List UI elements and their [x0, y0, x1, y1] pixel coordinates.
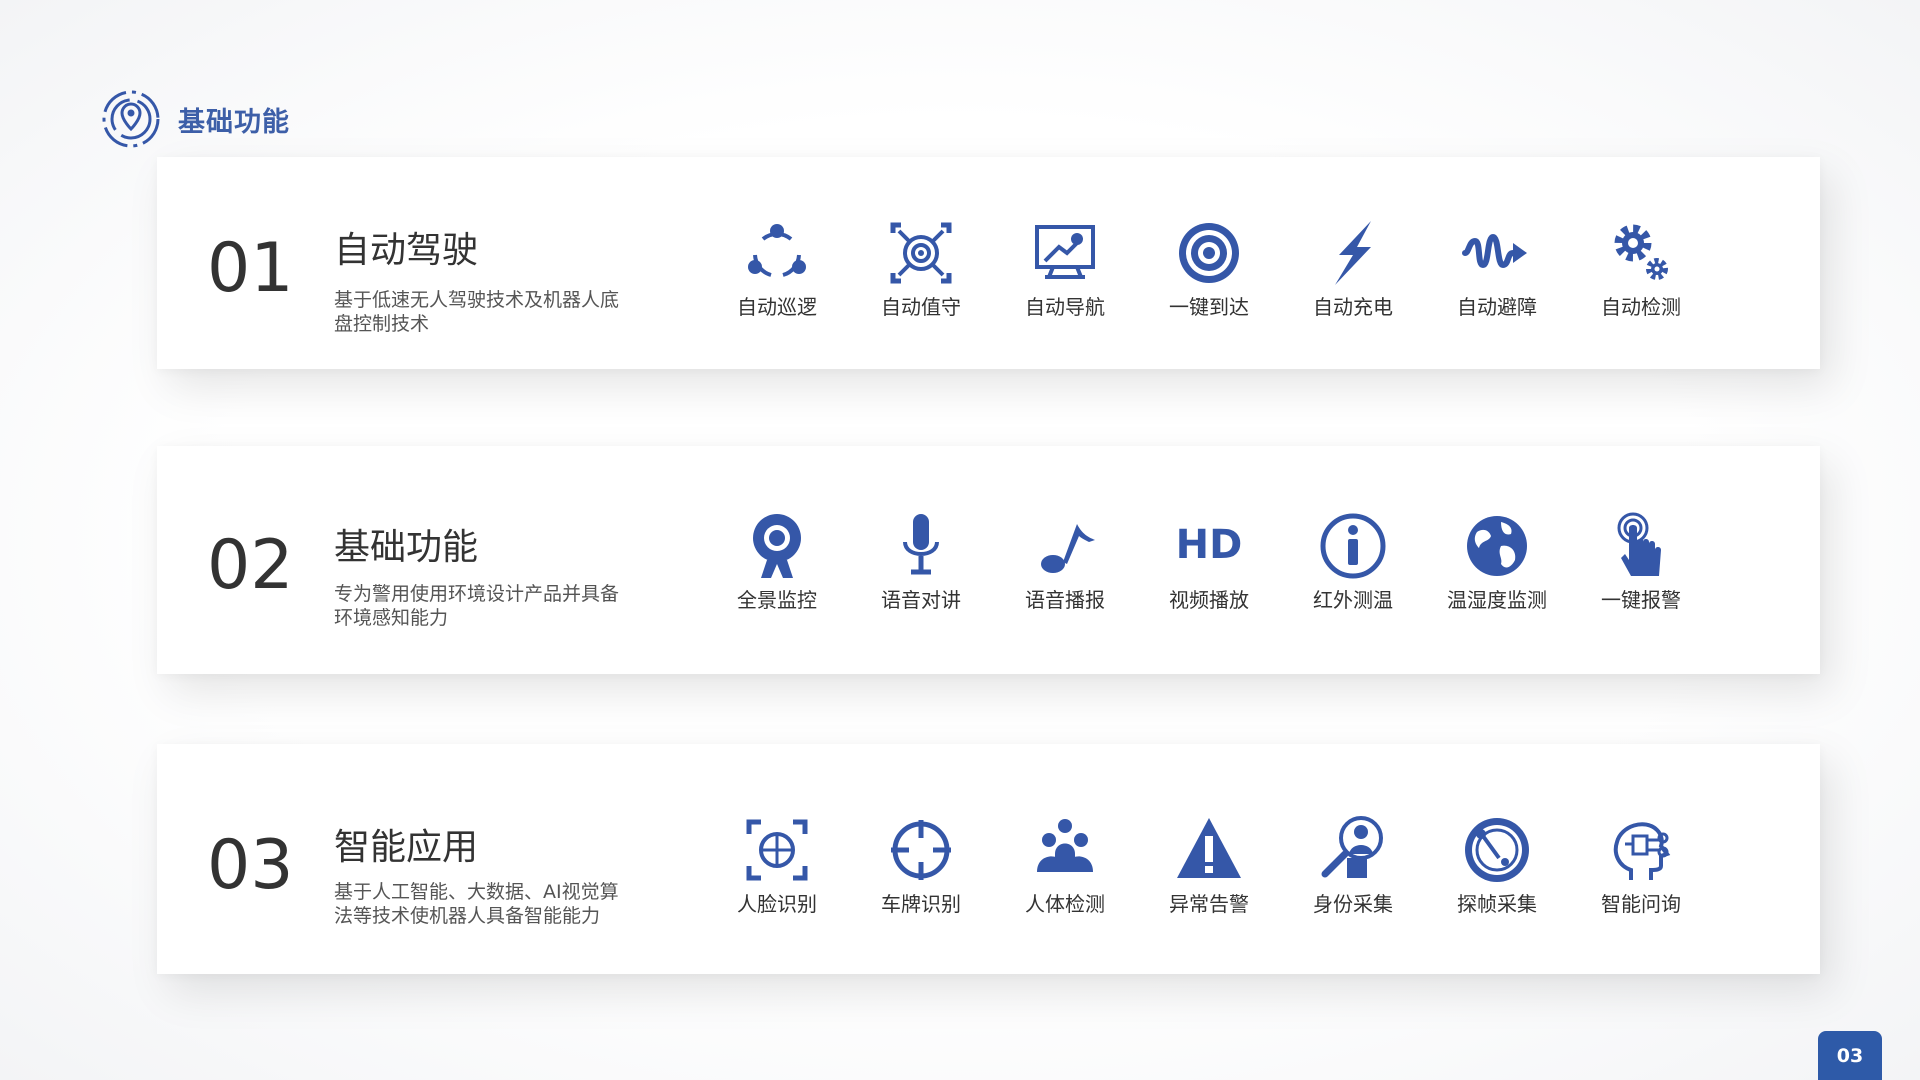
section-description: 基于人工智能、大数据、AI视觉算法等技术使机器人具备智能能力 [334, 881, 619, 927]
feature-item: 探帧采集 [1437, 814, 1557, 917]
feature-label: 语音对讲 [881, 588, 961, 612]
svg-text:HD: HD [1176, 522, 1243, 568]
feature-label: 红外测温 [1313, 588, 1393, 612]
section-number: 02 [207, 526, 294, 605]
globe-icon [1467, 516, 1527, 576]
feature-item: 自动巡逻 [717, 217, 837, 320]
feature-label: 自动导航 [1025, 295, 1105, 319]
page-number-badge: 03 [1818, 1031, 1882, 1080]
feature-item: 人体检测 [1005, 814, 1125, 917]
feature-label: 异常告警 [1169, 892, 1249, 916]
feature-label: 人脸识别 [737, 892, 817, 916]
page-header: 基础功能 [100, 88, 290, 150]
section-card-basic: 02 基础功能 专为警用使用环境设计产品并具备环境感知能力 全景监控 语音对讲 … [157, 446, 1820, 674]
feature-item: 温湿度监测 [1437, 510, 1557, 613]
feature-label: 人体检测 [1025, 892, 1105, 916]
feature-label: 探帧采集 [1457, 892, 1537, 916]
section-card-intelligent: 03 智能应用 基于人工智能、大数据、AI视觉算法等技术使机器人具备智能能力 人… [157, 744, 1820, 974]
patrol-cycle-icon [748, 224, 806, 277]
section-title: 基础功能 [334, 527, 479, 568]
feature-item: 自动避障 [1437, 217, 1557, 320]
navigation-monitor-icon [1035, 225, 1095, 279]
feature-item: 一键报警 [1581, 510, 1701, 613]
section-number: 01 [207, 229, 294, 308]
microphone-icon [903, 514, 939, 575]
feature-item: 自动导航 [1005, 217, 1125, 320]
feature-label: 语音播报 [1025, 588, 1105, 612]
hd-icon: HD [1176, 522, 1243, 568]
face-scan-icon [746, 819, 808, 881]
feature-item: 语音对讲 [861, 510, 981, 613]
feature-item: 全景监控 [717, 510, 837, 613]
music-note-icon [1041, 524, 1095, 573]
feature-label: 温湿度监测 [1447, 588, 1547, 612]
feature-label: 全景监控 [737, 588, 817, 612]
section-description: 专为警用使用环境设计产品并具备环境感知能力 [334, 583, 620, 629]
feature-label: 自动避障 [1457, 295, 1537, 319]
feature-item: HD 视频播放 [1149, 510, 1269, 613]
ai-head-icon [1613, 822, 1671, 880]
feature-label: 视频播放 [1169, 588, 1249, 612]
feature-item: 人脸识别 [717, 814, 837, 917]
feature-item: 红外测温 [1293, 510, 1413, 613]
section-card-autonomous: 01 自动驾驶 基于低速无人驾驶技术及机器人底盘控制技术 自动巡逻 自动值守 自… [157, 157, 1820, 369]
feature-label: 自动巡逻 [737, 295, 817, 319]
gears-icon [1614, 224, 1668, 280]
webcam-icon [753, 514, 801, 578]
tap-alarm-icon [1617, 512, 1661, 576]
section-number: 03 [207, 826, 294, 905]
feature-label: 自动充电 [1313, 295, 1393, 319]
feature-label: 身份采集 [1313, 892, 1393, 916]
person-search-icon [1321, 816, 1383, 878]
avoid-wave-icon [1462, 233, 1527, 269]
feature-label: 智能问询 [1601, 892, 1681, 916]
feature-item: 异常告警 [1149, 814, 1269, 917]
feature-label: 自动检测 [1601, 295, 1681, 319]
feature-item: 智能问询 [1581, 814, 1701, 917]
feature-item: 车牌识别 [861, 814, 981, 917]
radar-icon [1465, 818, 1529, 882]
feature-label: 自动值守 [881, 295, 961, 319]
page-title: 基础功能 [178, 106, 290, 138]
warning-icon [1177, 818, 1241, 878]
feature-item: 自动值守 [861, 217, 981, 320]
feature-item: 一键到达 [1149, 217, 1269, 320]
section-title: 自动驾驶 [334, 230, 479, 271]
crosshair-icon [891, 820, 951, 880]
people-group-icon [1037, 819, 1093, 872]
feature-item: 语音播报 [1005, 510, 1125, 613]
location-target-icon [102, 90, 160, 148]
feature-label: 车牌识别 [881, 892, 961, 916]
bullseye-icon [1179, 223, 1239, 283]
section-description: 基于低速无人驾驶技术及机器人底盘控制技术 [334, 289, 620, 335]
guard-target-icon [890, 222, 952, 284]
feature-label: 一键到达 [1169, 295, 1249, 319]
feature-item: 自动检测 [1581, 217, 1701, 320]
section-title: 智能应用 [334, 827, 479, 868]
info-icon [1320, 513, 1386, 579]
lightning-icon [1335, 221, 1371, 285]
feature-item: 身份采集 [1293, 814, 1413, 917]
feature-item: 自动充电 [1293, 217, 1413, 320]
feature-label: 一键报警 [1601, 588, 1681, 612]
